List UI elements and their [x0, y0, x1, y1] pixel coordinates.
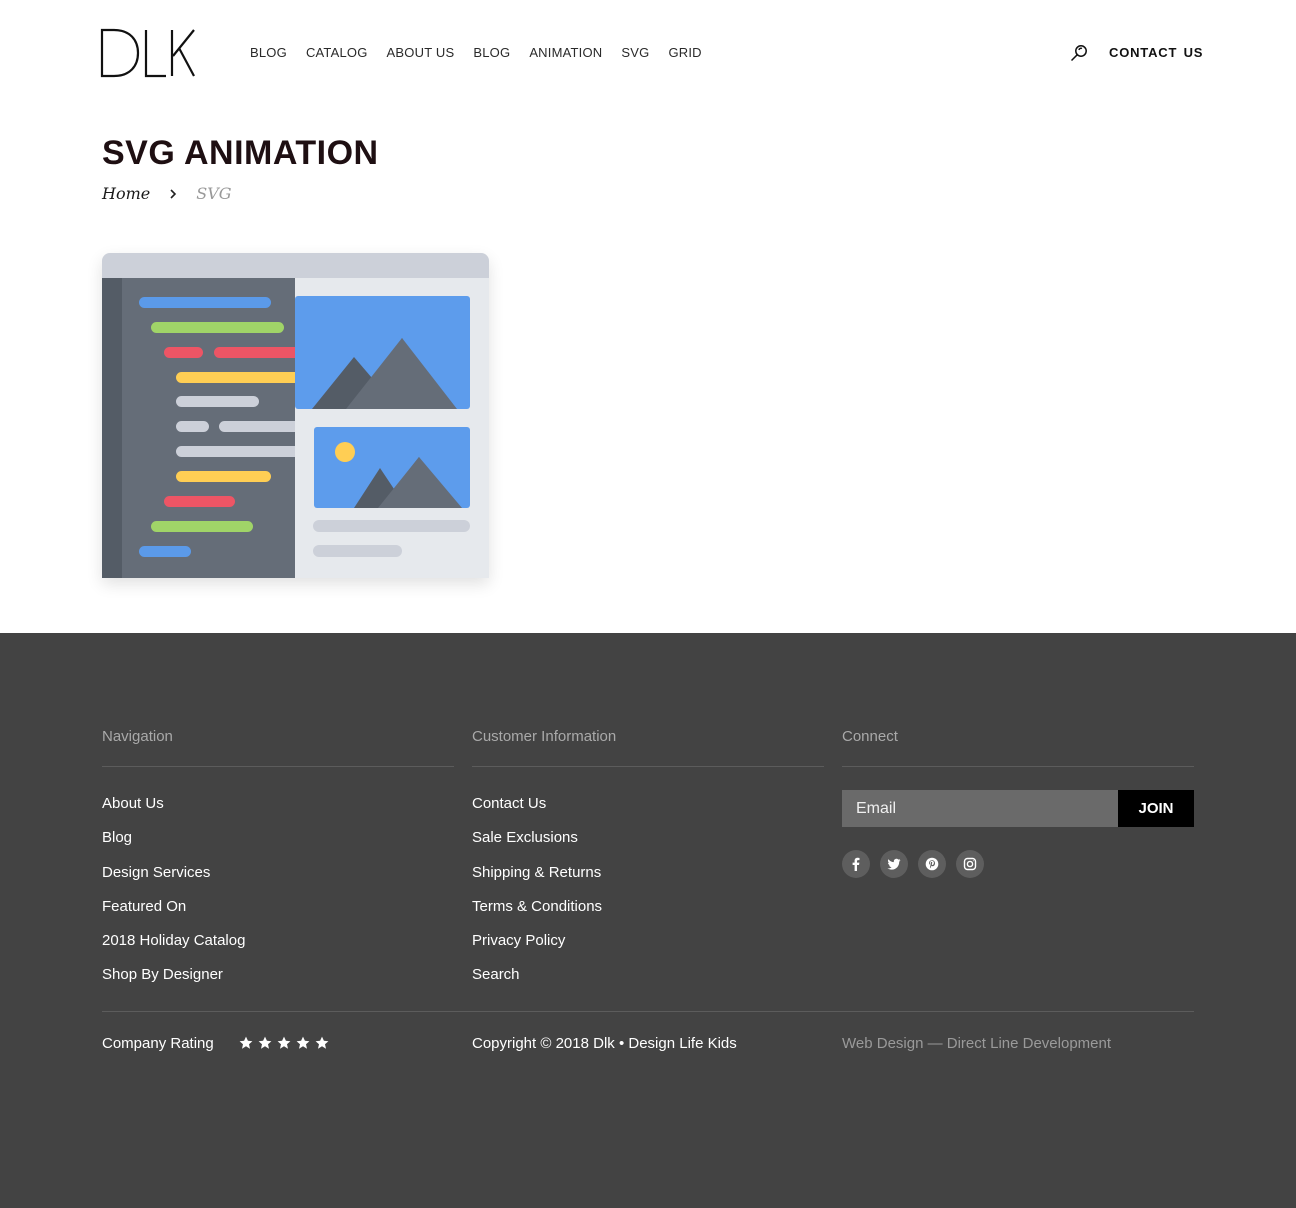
nav-svg[interactable]: SVG [621, 45, 649, 60]
star-icon [277, 1036, 291, 1050]
footer-link-search[interactable]: Search [472, 966, 824, 1000]
nav-blog-2[interactable]: BLOG [473, 45, 510, 60]
nav-animation[interactable]: ANIMATION [529, 45, 602, 60]
join-button[interactable]: JOIN [1118, 790, 1194, 827]
footer-divider [102, 1011, 1194, 1012]
rating-stars [239, 1036, 329, 1050]
dlk-logo[interactable] [100, 26, 196, 80]
site-footer: Navigation About Us Blog Design Services… [0, 633, 1296, 1208]
footer-link-design-services[interactable]: Design Services [102, 864, 454, 898]
newsletter-form: JOIN [842, 790, 1194, 827]
chevron-right-icon [168, 187, 178, 201]
star-icon [315, 1036, 329, 1050]
main-nav: BLOG CATALOG ABOUT US BLOG ANIMATION SVG… [250, 45, 721, 60]
nav-about-us[interactable]: ABOUT US [387, 45, 455, 60]
footer-link-shipping-returns[interactable]: Shipping & Returns [472, 864, 824, 898]
footer-customer-info-list: Contact Us Sale Exclusions Shipping & Re… [472, 795, 824, 1001]
footer-link-featured-on[interactable]: Featured On [102, 898, 454, 932]
footer-link-privacy[interactable]: Privacy Policy [472, 932, 824, 966]
footer-connect-column: Connect JOIN [842, 727, 1194, 878]
footer-customer-info-heading: Customer Information [472, 727, 824, 767]
footer-link-contact-us[interactable]: Contact Us [472, 795, 824, 829]
email-field[interactable] [842, 790, 1118, 827]
star-icon [296, 1036, 310, 1050]
star-icon [239, 1036, 253, 1050]
footer-customer-info-column: Customer Information Contact Us Sale Exc… [472, 727, 824, 1001]
twitter-icon[interactable] [880, 850, 908, 878]
footer-link-sale-exclusions[interactable]: Sale Exclusions [472, 829, 824, 863]
footer-link-holiday-catalog[interactable]: 2018 Holiday Catalog [102, 932, 454, 966]
facebook-icon[interactable] [842, 850, 870, 878]
breadcrumb-current: SVG [196, 184, 232, 203]
site-header: BLOG CATALOG ABOUT US BLOG ANIMATION SVG… [0, 0, 1296, 110]
footer-connect-heading: Connect [842, 727, 1194, 767]
footer-link-blog[interactable]: Blog [102, 829, 454, 863]
breadcrumb: Home SVG [102, 184, 232, 203]
web-design-credit[interactable]: Web Design — Direct Line Development [842, 1035, 1111, 1052]
footer-navigation-heading: Navigation [102, 727, 454, 767]
instagram-icon[interactable] [956, 850, 984, 878]
footer-link-terms[interactable]: Terms & Conditions [472, 898, 824, 932]
svg-animation-illustration [102, 253, 489, 578]
page-title: SVG ANIMATION [102, 134, 379, 172]
footer-link-shop-by-designer[interactable]: Shop By Designer [102, 966, 454, 1000]
footer-navigation-column: Navigation About Us Blog Design Services… [102, 727, 454, 1001]
search-icon[interactable] [1070, 44, 1088, 62]
footer-link-about-us[interactable]: About Us [102, 795, 454, 829]
contact-us-button[interactable]: CONTACT US [1109, 45, 1203, 60]
star-icon [258, 1036, 272, 1050]
footer-navigation-list: About Us Blog Design Services Featured O… [102, 795, 454, 1001]
nav-catalog[interactable]: CATALOG [306, 45, 368, 60]
copyright-text: Copyright © 2018 Dlk • Design Life Kids [472, 1035, 737, 1052]
nav-grid[interactable]: GRID [668, 45, 701, 60]
nav-blog[interactable]: BLOG [250, 45, 287, 60]
breadcrumb-home[interactable]: Home [102, 184, 150, 203]
company-rating-label: Company Rating [102, 1035, 214, 1052]
social-links [842, 850, 1194, 878]
pinterest-icon[interactable] [918, 850, 946, 878]
